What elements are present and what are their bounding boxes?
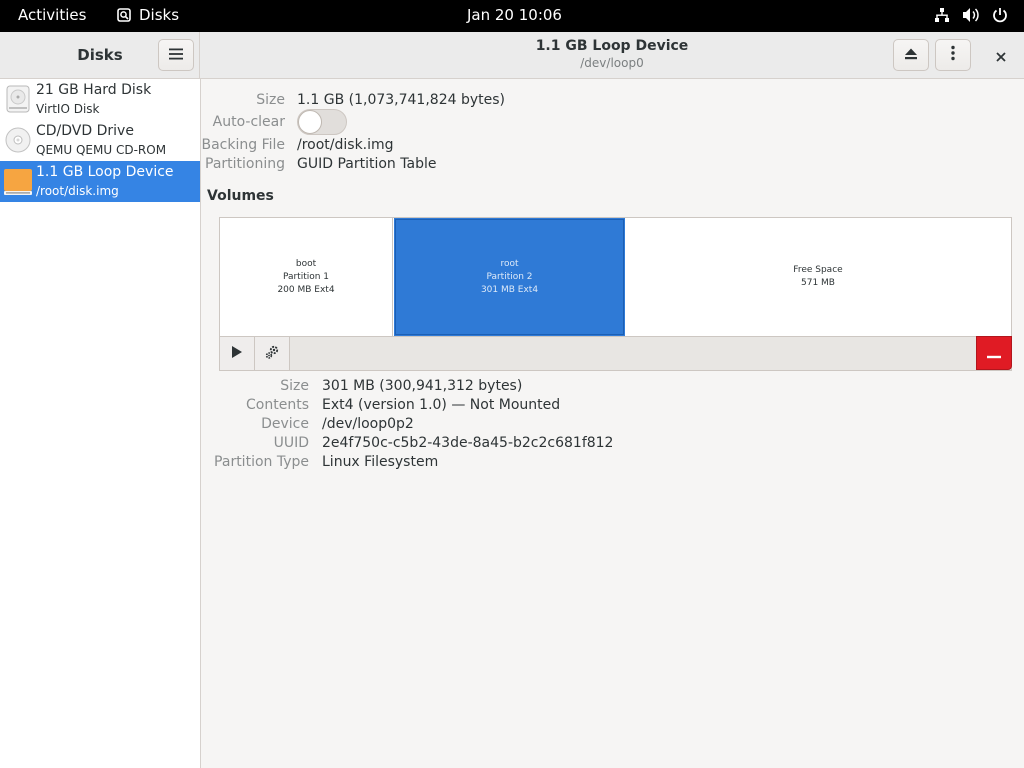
backing-file-value: /root/disk.img (297, 137, 394, 153)
disk-item-hard-disk[interactable]: 21 GB Hard Disk VirtIO Disk (0, 79, 200, 120)
vertical-dots-icon (950, 45, 956, 65)
uuid-label: UUID (273, 435, 309, 451)
device-value: /dev/loop0p2 (322, 416, 414, 432)
network-icon[interactable] (934, 7, 950, 23)
device-label: Device (261, 416, 309, 432)
free-space-label: Free Space (793, 265, 843, 275)
partitioning-label: Partitioning (205, 156, 285, 172)
delete-partition-button[interactable] (976, 336, 1012, 370)
partition-name: boot (295, 259, 317, 269)
close-icon (996, 47, 1006, 66)
top-bar: Activities Disks Jan 20 10:06 (0, 0, 1024, 32)
main-menu-button[interactable] (158, 39, 194, 71)
close-window-button[interactable] (990, 45, 1012, 67)
partition-name: root (500, 259, 519, 269)
minus-icon (987, 344, 1001, 363)
partition-type-value: Linux Filesystem (322, 454, 439, 470)
volume-size-value: 301 MB (300,941,312 bytes) (322, 378, 523, 394)
eject-button[interactable] (893, 39, 929, 71)
switch-knob (298, 110, 322, 134)
disk-item-subtitle: QEMU QEMU CD-ROM (36, 143, 167, 157)
disk-item-name: 1.1 GB Loop Device (36, 164, 174, 180)
contents-label: Contents (246, 397, 309, 413)
header-bar: Disks 1.1 GB Loop Device /dev/loop0 (0, 32, 1024, 79)
disk-item-subtitle: VirtIO Disk (36, 102, 100, 116)
mount-button[interactable] (220, 337, 255, 370)
app-menu[interactable]: Disks (117, 6, 179, 24)
partition-size: 301 MB Ext4 (480, 285, 539, 295)
drive-options-button[interactable] (935, 39, 971, 71)
partition-boot[interactable]: boot Partition 1 200 MB Ext4 (220, 218, 393, 336)
sidebar-header: Disks (0, 32, 200, 78)
backing-file-label: Backing File (201, 137, 285, 153)
hard-disk-icon (4, 83, 32, 115)
device-size-label: Size (256, 92, 285, 108)
partitioning-value: GUID Partition Table (297, 156, 437, 172)
disk-item-cd-dvd[interactable]: CD/DVD Drive QEMU QEMU CD-ROM (0, 120, 200, 161)
partition-options-button[interactable] (255, 337, 290, 370)
disk-item-name: CD/DVD Drive (36, 123, 134, 139)
gears-icon (264, 344, 280, 364)
system-tray[interactable] (934, 7, 1008, 23)
loop-device-icon (4, 165, 32, 197)
free-space[interactable]: Free Space 571 MB (625, 218, 1011, 336)
partition-type-label: Partition Type (214, 454, 309, 470)
disk-item-loop-device[interactable]: 1.1 GB Loop Device /root/disk.img (0, 161, 200, 202)
partition-number: Partition 1 (282, 272, 330, 282)
partition-number: Partition 2 (486, 272, 533, 282)
autoclear-switch[interactable] (297, 109, 347, 135)
autoclear-label: Auto-clear (212, 114, 285, 130)
play-icon (231, 344, 243, 363)
partition-size: 200 MB Ext4 (277, 285, 335, 295)
optical-disc-icon (4, 124, 32, 156)
power-icon[interactable] (992, 7, 1008, 23)
volume-size-label: Size (280, 378, 309, 394)
disk-item-name: 21 GB Hard Disk (36, 82, 152, 98)
disk-item-subtitle: /root/disk.img (36, 184, 119, 198)
partition-root[interactable]: root Partition 2 301 MB Ext4 (394, 218, 625, 336)
disks-app-icon (117, 8, 131, 22)
disk-details-pane: Size 1.1 GB (1,073,741,824 bytes) Auto-c… (201, 79, 1024, 768)
volume-map: boot Partition 1 200 MB Ext4 root Partit… (219, 217, 1012, 337)
app-menu-label: Disks (139, 6, 180, 24)
clock[interactable]: Jan 20 10:06 (467, 6, 562, 24)
activities-button[interactable]: Activities (18, 6, 86, 24)
volumes-heading: Volumes (207, 188, 274, 204)
contents-value: Ext4 (version 1.0) — Not Mounted (322, 397, 561, 413)
disk-list-sidebar: 21 GB Hard Disk VirtIO Disk CD/DVD Drive… (0, 79, 201, 768)
free-space-size: 571 MB (801, 278, 835, 288)
device-size-value: 1.1 GB (1,073,741,824 bytes) (297, 92, 505, 108)
eject-icon (904, 46, 918, 65)
uuid-value: 2e4f750c-c5b2-43de-8a45-b2c2c681f812 (322, 435, 614, 451)
hamburger-menu-icon (168, 46, 184, 65)
volume-toolbar (219, 336, 1012, 371)
volume-icon[interactable] (962, 7, 980, 23)
